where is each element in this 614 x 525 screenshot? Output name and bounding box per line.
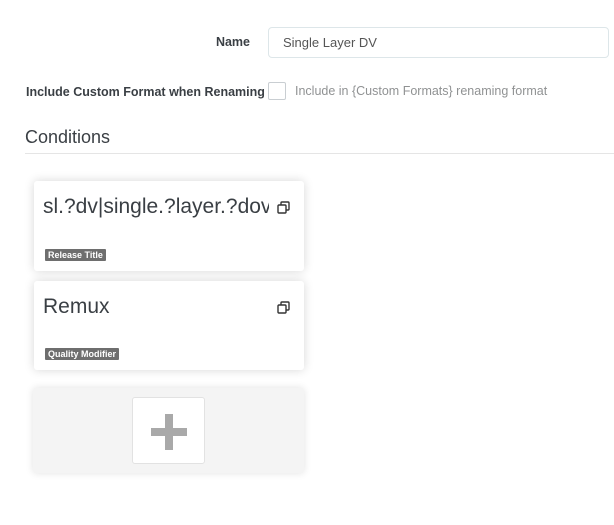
plus-icon [151, 414, 187, 450]
include-custom-format-label: Include Custom Format when Renaming [26, 85, 265, 99]
condition-type-badge: Release Title [45, 249, 106, 261]
condition-type-badge: Quality Modifier [45, 348, 120, 360]
include-custom-format-help-text: Include in {Custom Formats} renaming for… [295, 84, 548, 98]
condition-name: sl.?dv|single.?layer.?dovi [43, 195, 269, 218]
name-input[interactable] [268, 27, 609, 58]
condition-card[interactable]: Remux Quality Modifier [34, 281, 304, 370]
conditions-divider [25, 153, 614, 154]
condition-name: Remux [43, 295, 110, 318]
condition-card[interactable]: sl.?dv|single.?layer.?dovi Release Title [34, 181, 304, 271]
conditions-title: Conditions [25, 127, 111, 147]
add-condition-button[interactable] [132, 397, 205, 464]
add-condition-card [33, 388, 304, 473]
custom-format-edit-panel: Name Include Custom Format when Renaming… [0, 0, 614, 525]
clone-icon[interactable] [277, 301, 290, 314]
name-label: Name [215, 35, 250, 49]
clone-icon[interactable] [277, 201, 290, 214]
include-custom-format-checkbox[interactable] [268, 82, 286, 100]
